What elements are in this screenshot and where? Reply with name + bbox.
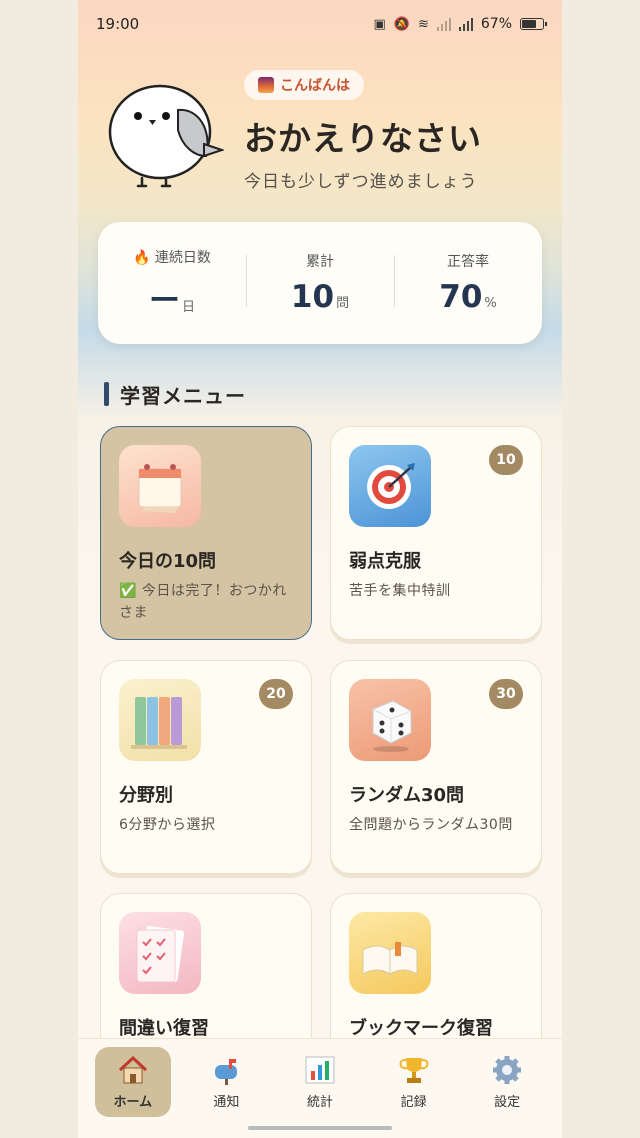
wifi-icon: ≋ (417, 16, 429, 32)
stat-label: 累計 (306, 254, 334, 270)
books-icon (119, 679, 201, 761)
home-indicator (248, 1126, 392, 1130)
target-icon (349, 445, 431, 527)
stat-value: 70 (439, 279, 483, 315)
menu-card-desc: 苦手を集中特訓 (349, 583, 451, 599)
dice-icon (349, 679, 431, 761)
bird-mascot-icon (108, 84, 224, 188)
stat-unit: % (484, 296, 497, 311)
nav-settings[interactable]: 設定 (469, 1047, 545, 1117)
trophy-icon (397, 1055, 431, 1085)
status-time: 19:00 (96, 15, 140, 33)
stat-unit: 問 (336, 296, 350, 311)
page-title: おかえりなさい (244, 119, 482, 158)
menu-card-today[interactable]: 今日の10問 ✅ 今日は完了！おつかれさま (100, 426, 312, 640)
menu-card-random[interactable]: 30 ランダム30問 全問題からランダム30問 (330, 660, 542, 874)
count-badge: 10 (489, 445, 523, 475)
battery-percent: 67% (480, 16, 512, 32)
menu-card-weak[interactable]: 10 弱点克服 苦手を集中特訓 (330, 426, 542, 640)
greeting-badge: こんばんは (244, 70, 364, 100)
menu-card-desc: 6分野から選択 (119, 817, 216, 833)
mute-icon: 🔕 (393, 16, 410, 32)
greeting-text: こんばんは (280, 78, 350, 94)
nav-notifications[interactable]: 通知 (188, 1047, 264, 1117)
count-badge: 30 (489, 679, 523, 709)
menu-card-title: 分野別 (119, 785, 173, 806)
app-screen: 19:00 ▣ 🔕 ≋ 67% こんばんは おかえりなさい 今日も少しずつ進めま… (78, 0, 562, 1138)
stat-total: 累計 10 問 (246, 251, 394, 315)
stat-streak: 🔥 連続日数 ー日 (98, 247, 246, 320)
battery-icon (520, 18, 547, 30)
nav-label: 設定 (494, 1094, 521, 1110)
nav-label: 統計 (306, 1094, 333, 1110)
menu-card-title: 間違い復習 (119, 1018, 209, 1039)
nfc-icon: ▣ (373, 16, 386, 32)
stat-value: ー (148, 282, 180, 319)
menu-card-desc: ✅ 今日は完了！おつかれさま (119, 583, 287, 621)
menu-card-desc: 全問題からランダム30問 (349, 817, 513, 833)
nav-label: ホーム (113, 1094, 153, 1110)
nav-records[interactable]: 記録 (376, 1047, 452, 1117)
menu-card-title: ランダム30問 (349, 785, 465, 806)
nav-label: 記録 (400, 1094, 427, 1110)
bottom-nav: ホーム 通知 統計 記録 設定 (78, 1038, 562, 1138)
nav-label: 通知 (213, 1094, 240, 1110)
stat-accuracy: 正答率 70% (394, 251, 542, 315)
stat-value: 10 (290, 279, 335, 315)
nav-stats[interactable]: 統計 (282, 1047, 358, 1117)
open-book-icon (349, 912, 431, 994)
page-subtitle: 今日も少しずつ進めましょう (244, 172, 478, 192)
count-badge: 20 (259, 679, 293, 709)
stats-card: 🔥 連続日数 ー日 累計 10 問 正答率 70% (98, 222, 542, 344)
stat-label: 正答率 (447, 254, 489, 270)
stat-unit: 日 (181, 299, 195, 315)
mailbox-icon (209, 1055, 243, 1085)
menu-card-title: ブックマーク復習 (349, 1018, 493, 1039)
house-icon (116, 1055, 150, 1085)
section-title: 学習メニュー (104, 380, 246, 409)
stat-label: 🔥 連続日数 (133, 249, 211, 266)
sunset-icon (258, 77, 274, 93)
signal-icon (458, 17, 473, 31)
menu-card-category[interactable]: 20 分野別 6分野から選択 (100, 660, 312, 874)
bar-chart-icon (303, 1055, 337, 1085)
calendar-icon (119, 445, 201, 527)
checklist-icon (119, 912, 201, 994)
menu-card-title: 今日の10問 (119, 551, 217, 572)
signal-icon (436, 17, 451, 31)
gear-icon (490, 1055, 524, 1085)
nav-home[interactable]: ホーム (94, 1047, 171, 1117)
menu-card-title: 弱点克服 (349, 551, 421, 572)
status-bar: 19:00 ▣ 🔕 ≋ 67% (78, 0, 562, 48)
